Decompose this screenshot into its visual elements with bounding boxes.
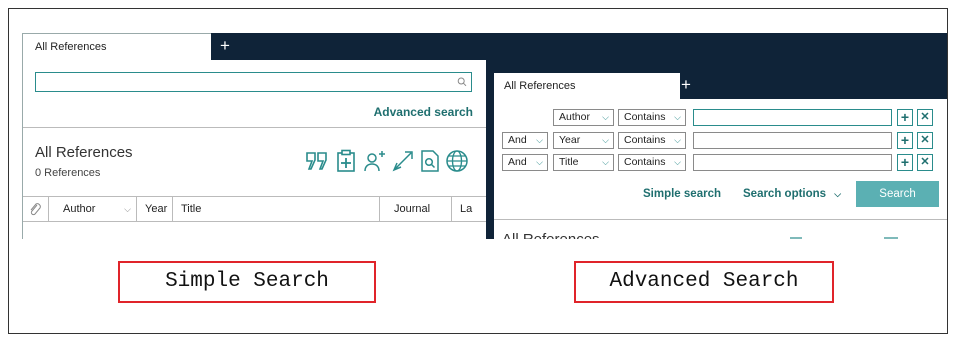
add-tab-button[interactable]: + [215,33,235,60]
field-select-value: Author [559,111,590,123]
search-options-dropdown[interactable]: Search options ⌵ [743,188,841,200]
connector-select-value: And [508,156,527,168]
search-icon[interactable] [457,74,467,89]
field-select-value: Year [559,134,581,146]
toolbar-icons-partial [790,237,898,239]
search-button[interactable]: Search [856,181,939,207]
advanced-search-link[interactable]: Advanced search [374,105,473,119]
connector-select[interactable]: And ⌵ [502,132,548,149]
divider [494,219,947,220]
simple-search-link[interactable]: Simple search [643,188,721,200]
library-title: All References [502,231,600,239]
remove-row-button[interactable]: ✕ [917,154,933,171]
divider [23,127,487,128]
chevron-down-icon: ⌵ [674,157,681,167]
chevron-down-icon: ⌵ [674,112,681,122]
field-select-value: Title [559,156,579,168]
advanced-search-form: Author ⌵ Contains ⌵ + ✕ And ⌵ Year ⌵ Con… [494,99,947,239]
operator-select-value: Contains [624,156,666,168]
field-select[interactable]: Title ⌵ [553,154,614,171]
operator-select[interactable]: Contains ⌵ [618,132,686,149]
add-row-button[interactable]: + [897,154,913,171]
add-tab-button[interactable]: + [676,73,696,99]
connector-select[interactable]: And ⌵ [502,154,548,171]
paperclip-icon [30,203,41,216]
share-icon[interactable] [391,149,415,173]
operator-select-value: Contains [624,134,666,146]
operator-select[interactable]: Contains ⌵ [618,154,686,171]
globe-icon[interactable] [445,149,469,173]
caption-advanced-search: Advanced Search [574,261,834,303]
clipboard-add-icon[interactable] [335,149,357,173]
operator-select-value: Contains [624,111,666,123]
add-user-icon[interactable] [363,149,387,173]
advanced-search-panel: All References + Author ⌵ Contains ⌵ + ✕… [486,33,947,239]
tab-all-references[interactable]: All References [494,73,680,99]
chevron-down-icon: ⌵ [834,189,842,199]
search-term-input[interactable] [693,109,892,126]
remove-row-button[interactable]: ✕ [917,132,933,149]
column-title[interactable]: Title [173,197,380,221]
tab-all-references[interactable]: All References [23,33,211,60]
find-pdf-icon[interactable] [419,149,441,173]
chevron-down-icon: ⌵ [602,157,609,167]
chevron-down-icon: ⌵ [536,135,543,145]
column-last[interactable]: La [452,197,487,221]
reference-count: 0 References [35,167,101,179]
search-options-label: Search options [743,188,827,200]
column-journal[interactable]: Journal [380,197,452,221]
chevron-down-icon: ⌵ [602,135,609,145]
column-author[interactable]: Author ⌵ [49,197,137,221]
chevron-down-icon: ⌵ [536,157,543,167]
add-row-button[interactable]: + [897,109,913,126]
column-label: Author [63,203,96,215]
add-row-button[interactable]: + [897,132,913,149]
connector-select-value: And [508,134,527,146]
tab-bar: All References + [486,33,947,99]
library-title: All References [35,144,133,161]
tab-bar: All References + [23,33,487,60]
chevron-down-icon: ⌵ [674,135,681,145]
column-header-row: Author ⌵ Year Title Journal La [23,196,487,222]
search-term-input[interactable] [693,154,892,171]
search-input[interactable] [35,72,472,92]
search-term-input[interactable] [693,132,892,149]
column-year[interactable]: Year [137,197,173,221]
chevron-down-icon: ⌵ [602,112,609,122]
field-select[interactable]: Author ⌵ [553,109,614,126]
chevron-down-icon: ⌵ [124,204,131,214]
operator-select[interactable]: Contains ⌵ [618,109,686,126]
field-select[interactable]: Year ⌵ [553,132,614,149]
remove-row-button[interactable]: ✕ [917,109,933,126]
attachment-column[interactable] [23,197,49,221]
simple-search-panel: All References + Advanced search All Ref… [22,33,487,239]
quote-icon[interactable] [305,149,329,173]
caption-simple-search: Simple Search [118,261,376,303]
